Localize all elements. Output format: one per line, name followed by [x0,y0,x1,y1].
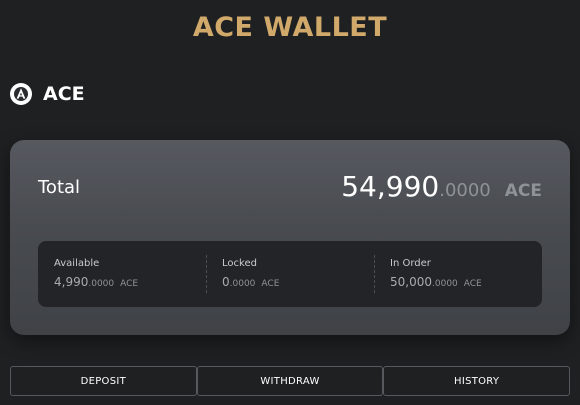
action-buttons: DEPOSIT WITHDRAW HISTORY [10,366,571,396]
history-button[interactable]: HISTORY [383,366,571,396]
deposit-button[interactable]: DEPOSIT [10,366,197,396]
stat-value: 50,000.0000 ACE [390,275,482,289]
stat-value: 0.0000 ACE [222,275,279,289]
stat-value-integer: 50,000 [390,275,432,289]
stat-value-unit: ACE [463,279,482,289]
stat-available: Available 4,990.0000 ACE [38,241,206,307]
withdraw-button[interactable]: WITHDRAW [196,366,384,396]
stat-in-order: In Order 50,000.0000 ACE [374,241,542,307]
balance-card: Total 54,990 .0000 ACE Available 4,990.0… [10,140,570,335]
total-balance-integer: 54,990 [341,170,440,203]
asset-name: ACE [43,83,85,105]
ace-logo-icon [10,83,32,105]
stat-locked: Locked 0.0000 ACE [206,241,374,307]
asset-header: ACE [10,81,85,107]
stat-value-unit: ACE [120,279,139,289]
stat-label: Locked [222,258,257,269]
stat-value-decimal: .0000 [88,279,115,289]
stat-value-decimal: .0000 [432,279,458,289]
stat-label: In Order [390,258,431,269]
total-balance-decimal: .0000 [439,180,491,201]
total-label: Total [38,177,81,198]
page-title: ACE WALLET [192,12,388,43]
stat-value-unit: ACE [261,279,280,289]
stat-label: Available [54,258,100,269]
balance-breakdown: Available 4,990.0000 ACE Locked 0.0000 ACE… [38,241,542,307]
stat-value-integer: 4,990 [54,275,89,289]
stat-value: 4,990.0000 ACE [54,275,138,289]
stat-value-decimal: .0000 [229,279,256,289]
total-balance: 54,990 .0000 ACE [341,170,542,203]
total-balance-unit: ACE [504,181,542,201]
stat-value-integer: 0 [222,275,230,289]
wallet-page: ACE WALLET ACE Total 54,990 .0000 ACE Av… [0,0,580,405]
